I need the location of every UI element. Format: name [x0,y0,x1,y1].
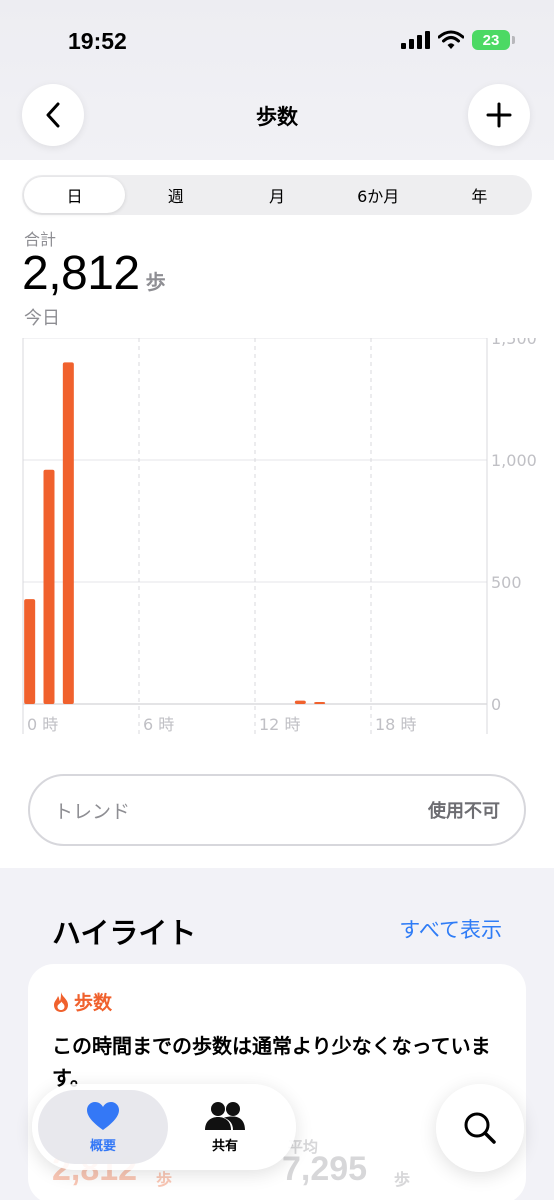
search-button[interactable] [436,1084,524,1172]
status-time: 19:52 [68,28,127,54]
period-tab-month[interactable]: 月 [226,177,327,213]
chart-y-tick-label: 0 [491,695,501,714]
highlight-average-value: 7,295 [282,1150,368,1188]
chart-y-tick-label: 1,000 [491,451,537,470]
chart-x-tick-label: 12 時 [259,715,300,734]
chart-bar[interactable] [62,362,74,704]
show-all-link[interactable]: すべて表示 [399,914,502,944]
chart-bar[interactable] [24,599,36,704]
tab-sharing[interactable]: 共有 [160,1090,290,1164]
trend-button[interactable]: トレンド 使用不可 [28,774,526,846]
total-unit: 歩 [145,270,166,294]
steps-bar-chart[interactable]: 1,500 1,000 500 0 0 時 6 時 12 時 18 時 [0,338,554,738]
chart-y-tick-label: 1,500 [491,338,537,348]
people-icon [205,1101,245,1130]
tab-sharing-label: 共有 [211,1138,238,1154]
tab-summary[interactable]: 概要 [38,1090,168,1164]
steps-main-card: 日 週 月 6か月 年 合計 2,812 歩 今日 1,500 1,000 500 0… [0,160,554,868]
period-tab-year[interactable]: 年 [429,177,530,213]
highlight-title: 歩数 [74,992,113,1014]
date-label: 今日 [24,308,60,329]
trend-label: トレンド [54,800,131,823]
tab-summary-label: 概要 [89,1138,116,1154]
plus-icon [486,102,512,128]
status-bar: 19:52 23 [0,0,554,80]
highlight-title-row: 歩数 [52,988,112,1015]
heart-icon [87,1101,119,1130]
chart-bar[interactable] [294,700,306,704]
chart-x-tick-label: 0 時 [27,715,58,734]
period-tab-day[interactable]: 日 [24,177,126,213]
search-icon [464,1112,496,1144]
chart-x-tick-label: 18 時 [375,715,416,734]
chart-bar[interactable] [314,702,326,704]
highlight-average-unit: 歩 [394,1170,411,1189]
highlights-header: ハイライト [52,916,197,950]
chart-x-tick-label: 6 時 [143,715,174,734]
cellular-signal-icon [401,31,430,49]
period-tab-6-months[interactable]: 6か月 [328,177,429,213]
status-icons: 23 [401,30,515,50]
tab-bar: 概要 共有 [32,1084,296,1170]
wifi-icon [438,30,464,49]
period-segmented-control: 日 週 月 6か月 年 [22,175,532,215]
chart-bar[interactable] [43,469,55,704]
chart-y-tick-label: 500 [491,573,522,592]
period-tab-week[interactable]: 週 [125,177,226,213]
battery-icon: 23 [472,30,515,50]
flame-icon [54,991,68,1012]
total-value: 2,812 [22,247,140,300]
trend-value: 使用不可 [428,801,500,822]
nav-bar: 歩数 [0,84,554,146]
total-row: 2,812 歩 [22,246,166,301]
add-button[interactable] [468,84,530,146]
